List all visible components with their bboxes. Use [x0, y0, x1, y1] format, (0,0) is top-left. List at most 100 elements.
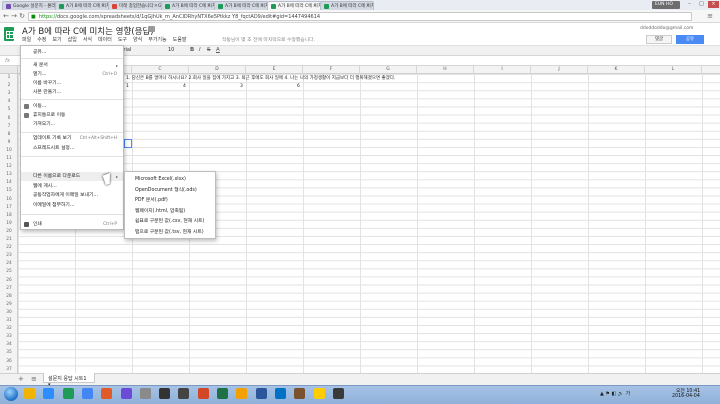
download-format-item[interactable]: 탭으로 구분된 값(.tsv, 현재 시트): [125, 228, 215, 237]
browser-tab[interactable]: A가 B에 따라 C에 미치는×: [161, 1, 215, 10]
row-header[interactable]: 13: [0, 171, 18, 179]
menu-0[interactable]: 파일: [22, 36, 31, 44]
column-header-J[interactable]: J: [531, 66, 588, 74]
taskbar-app-icon[interactable]: [274, 388, 286, 399]
browser-tab[interactable]: A가 B에 따라 C에 미치는×: [214, 1, 268, 10]
row-header[interactable]: 34: [0, 341, 18, 349]
file-menu-item[interactable]: 공동작업자에게 이메일 보내기...: [21, 191, 123, 200]
row-header[interactable]: 32: [0, 325, 18, 333]
row-header[interactable]: 24: [0, 260, 18, 268]
sheet-list-icon[interactable]: ≡: [31, 375, 37, 383]
bold-button[interactable]: B: [190, 47, 194, 53]
tab-close-icon[interactable]: ×: [154, 3, 158, 9]
file-menu-item[interactable]: 가져오기...: [21, 120, 123, 129]
taskbar-app-icon[interactable]: [217, 388, 228, 399]
strike-button[interactable]: S: [207, 47, 211, 53]
menu-2[interactable]: 보기: [52, 36, 61, 44]
row-header[interactable]: 35: [0, 349, 18, 357]
system-tray[interactable]: ▲ ⚑ ◧ 🔊 가: [600, 390, 630, 397]
profile-button[interactable]: EUN HO: [652, 1, 680, 9]
text-color-button[interactable]: A: [216, 47, 220, 53]
star-icon[interactable]: ☆: [136, 26, 143, 35]
menu-1[interactable]: 수정: [37, 36, 46, 44]
taskbar-app-icon[interactable]: [101, 388, 113, 399]
download-format-item[interactable]: 웹페이지(.html, 압축됨): [125, 207, 215, 216]
chrome-menu-icon[interactable]: ≡: [706, 12, 714, 20]
row-header[interactable]: 31: [0, 317, 18, 325]
column-header-G[interactable]: G: [360, 66, 417, 74]
file-menu-item[interactable]: 업데이트 기록 보기 Ctrl+Alt+Shift+H: [21, 134, 123, 143]
reload-icon[interactable]: ↻: [18, 12, 26, 20]
url-input[interactable]: https://docs.google.com/spreadsheets/d/1…: [28, 12, 692, 21]
row-header[interactable]: 14: [0, 179, 18, 187]
taskbar-app-icon[interactable]: [62, 388, 74, 399]
row-header[interactable]: 3: [0, 90, 18, 98]
tab-close-icon[interactable]: ×: [313, 3, 317, 9]
taskbar-app-icon[interactable]: [255, 388, 267, 399]
menu-4[interactable]: 서식: [83, 36, 92, 44]
header-row-text[interactable]: 1. 당신은 B를 얼마나 하시나요? 2.회사 일을 집에 가지고 3. 퇴근…: [126, 75, 566, 83]
row-header[interactable]: 25: [0, 268, 18, 276]
back-icon[interactable]: ←: [2, 12, 10, 20]
download-format-item[interactable]: Microsoft Excel(.xlsx): [125, 175, 215, 184]
sheets-logo-icon[interactable]: [4, 27, 14, 41]
taskbar-app-icon[interactable]: [313, 388, 325, 399]
menu-9[interactable]: 도움말: [173, 36, 187, 44]
last-edit-note[interactable]: 작동님이 몇 초 전에 마지막으로 수정했습니다.: [222, 36, 315, 43]
taskbar-app-icon[interactable]: [159, 388, 171, 399]
file-menu-item[interactable]: 새 문서 ▸: [21, 61, 123, 70]
row-header[interactable]: 15: [0, 187, 18, 195]
forward-icon[interactable]: →: [10, 12, 18, 20]
file-menu-item[interactable]: 이름 바꾸기...: [21, 79, 123, 88]
row-header[interactable]: 9: [0, 139, 18, 147]
taskbar-app-icon[interactable]: [24, 388, 35, 399]
taskbar-app-icon[interactable]: [81, 388, 93, 399]
row-header[interactable]: 12: [0, 163, 18, 171]
row-header[interactable]: 36: [0, 358, 18, 366]
row-header[interactable]: 23: [0, 252, 18, 260]
file-menu-item[interactable]: 이동...: [21, 102, 123, 111]
row-header[interactable]: 6: [0, 115, 18, 123]
taskbar-app-icon[interactable]: [139, 388, 151, 399]
taskbar-app-icon[interactable]: [197, 388, 209, 399]
file-menu-item[interactable]: 이메일에 첨부하기...: [21, 201, 123, 210]
share-button[interactable]: 공유: [676, 35, 704, 44]
minimize-icon[interactable]: –: [684, 1, 695, 8]
tab-close-icon[interactable]: ×: [260, 3, 264, 9]
row-header[interactable]: 20: [0, 228, 18, 236]
row-header[interactable]: 22: [0, 244, 18, 252]
row-header[interactable]: 27: [0, 285, 18, 293]
row-header[interactable]: 21: [0, 236, 18, 244]
menu-3[interactable]: 삽입: [68, 36, 77, 44]
file-menu-item[interactable]: 스프레드시트 설정...: [21, 144, 123, 153]
taskbar-app-icon[interactable]: [178, 388, 190, 399]
row-header[interactable]: 10: [0, 147, 18, 155]
column-header-E[interactable]: E: [246, 66, 303, 74]
select-all-corner[interactable]: [0, 66, 18, 74]
row-header[interactable]: 5: [0, 106, 18, 114]
column-header-L[interactable]: L: [645, 66, 702, 74]
menu-5[interactable]: 데이터: [98, 36, 112, 44]
font-size-select[interactable]: 10: [168, 47, 174, 53]
column-header-D[interactable]: D: [189, 66, 246, 74]
row-header[interactable]: 33: [0, 333, 18, 341]
row-header[interactable]: 8: [0, 131, 18, 139]
browser-tab[interactable]: A가 B에 따라 C에 미치는×: [320, 1, 374, 10]
download-format-item[interactable]: OpenDocument 형식(.ods): [125, 186, 215, 195]
menu-8[interactable]: 부가기능: [148, 36, 166, 44]
tab-close-icon[interactable]: ×: [48, 3, 52, 9]
menu-7[interactable]: 양식: [133, 36, 142, 44]
tab-close-icon[interactable]: ×: [207, 3, 211, 9]
taskbar-app-icon[interactable]: [43, 388, 55, 399]
cell-value[interactable]: 6: [297, 83, 317, 91]
row-header[interactable]: 4: [0, 98, 18, 106]
column-header-F[interactable]: F: [303, 66, 360, 74]
clock-date[interactable]: 2016-04-04: [672, 394, 700, 399]
column-header-H[interactable]: H: [417, 66, 474, 74]
folder-icon[interactable]: [148, 26, 155, 32]
taskbar-app-icon[interactable]: [120, 388, 132, 399]
file-menu-item[interactable]: 열기... Ctrl+O: [21, 70, 123, 79]
row-header[interactable]: 26: [0, 277, 18, 285]
row-header[interactable]: 2: [0, 82, 18, 90]
file-menu-item[interactable]: 인쇄 Ctrl+P: [21, 220, 123, 229]
